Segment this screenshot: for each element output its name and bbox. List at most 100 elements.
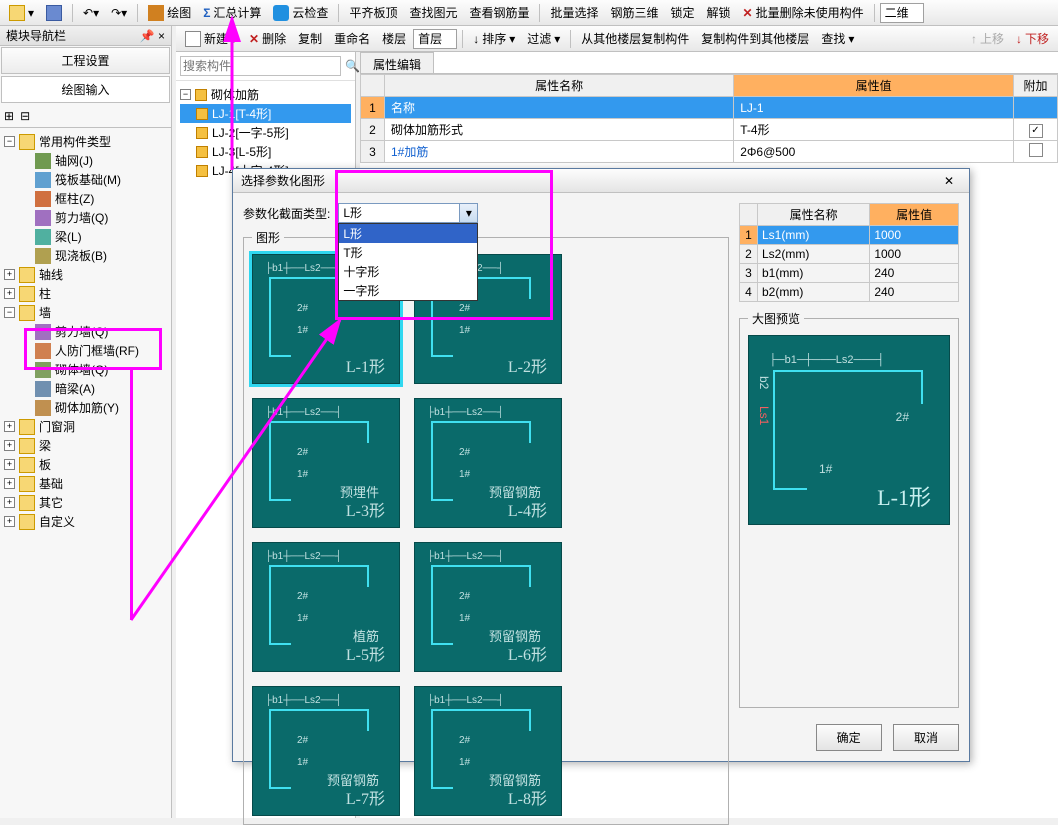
expand-icon[interactable]: ⊞ — [4, 109, 14, 123]
prop-row-3[interactable]: 31#加筋2Φ6@500 — [361, 141, 1058, 163]
tree-beam2[interactable]: +梁 — [4, 436, 167, 455]
collapse-icon[interactable]: ⊟ — [20, 109, 30, 123]
draw-button[interactable]: 绘图 — [143, 1, 196, 24]
figure-option[interactable]: ├b1┼──Ls2──┤ 2# 1# 预留钢筋 L-7形 — [252, 686, 400, 816]
find-elem-button[interactable]: 查找图元 — [404, 1, 462, 24]
section-type-combo[interactable]: L形 ▾ L形 T形 十字形 一字形 — [338, 203, 478, 223]
sort-button[interactable]: ↓ 排序 ▾ — [468, 27, 520, 50]
floor-combo[interactable]: 首层 — [413, 29, 457, 49]
tree-shear[interactable]: 剪力墙(Q) — [4, 208, 167, 227]
param-figure-dialog: 选择参数化图形 ✕ 参数化截面类型: L形 ▾ L形 T形 十字形 一字形 图形 — [232, 168, 970, 762]
col-value: 属性值 — [870, 204, 959, 226]
combo-option[interactable]: T形 — [339, 243, 477, 262]
tree-slab[interactable]: 现浇板(B) — [4, 246, 167, 265]
tree-beam[interactable]: 梁(L) — [4, 227, 167, 246]
tree-door[interactable]: +门窗洞 — [4, 417, 167, 436]
tree-slab2[interactable]: +板 — [4, 455, 167, 474]
lock-button[interactable]: 锁定 — [666, 1, 700, 24]
tab-property-edit[interactable]: 属性编辑 — [360, 52, 434, 73]
tree-column[interactable]: +柱 — [4, 284, 167, 303]
figure-option[interactable]: ├b1┼──Ls2──┤ 2# 1# 预埋件 L-3形 — [252, 398, 400, 528]
tree-rfframe[interactable]: 人防门框墙(RF) — [4, 341, 167, 360]
chevron-down-icon[interactable]: ▾ — [459, 204, 477, 222]
open-button[interactable]: ▾ — [4, 2, 39, 24]
copy-button[interactable]: 复制 — [293, 27, 327, 50]
mid-item-1[interactable]: LJ-1[T-4形] — [180, 104, 351, 123]
close-icon[interactable]: ✕ — [937, 174, 961, 188]
preview-figure: ├─b1─┼───Ls2───┤ 2# 1# Ls1 b2 L-1形 — [748, 335, 950, 525]
close-icon[interactable]: × — [158, 29, 165, 43]
search-icon[interactable]: 🔍 — [345, 59, 360, 73]
tab-draw-input[interactable]: 绘图输入 — [1, 76, 170, 103]
sum-button[interactable]: Σ 汇总计算 — [198, 1, 266, 24]
tree-custom[interactable]: +自定义 — [4, 512, 167, 531]
undo-button[interactable]: ↶▾ — [78, 3, 104, 23]
combo-option[interactable]: 十字形 — [339, 262, 477, 281]
combo-option[interactable]: 一字形 — [339, 281, 477, 300]
combo-option[interactable]: L形 — [339, 224, 477, 243]
tree-base[interactable]: +基础 — [4, 474, 167, 493]
tree-axes[interactable]: +轴线 — [4, 265, 167, 284]
new-button[interactable]: 新建 ▾ — [180, 27, 242, 50]
mid-item-2[interactable]: LJ-2[一字-5形] — [180, 123, 351, 142]
batch-sel-button[interactable]: 批量选择 — [545, 1, 603, 24]
cancel-button[interactable]: 取消 — [893, 724, 959, 751]
figure-option[interactable]: ├b1┼──Ls2──┤ 2# 1# 预留钢筋 L-4形 — [414, 398, 562, 528]
tree-axis[interactable]: 轴网(J) — [4, 151, 167, 170]
ok-button[interactable]: 确定 — [816, 724, 882, 751]
pin-icon[interactable]: 📌 — [140, 29, 155, 43]
component-tree: −常用构件类型 轴网(J) 筏板基础(M) 框柱(Z) 剪力墙(Q) 梁(L) … — [0, 128, 171, 820]
prop-row-1[interactable]: 1名称LJ-1 — [361, 97, 1058, 119]
checkbox-icon[interactable]: ✓ — [1029, 124, 1043, 138]
tree-masonry[interactable]: 砌体墙(Q) — [4, 360, 167, 379]
save-button[interactable] — [41, 2, 67, 24]
view-mode-combo[interactable]: 二维 — [880, 3, 924, 23]
preview-group: 大图预览 ├─b1─┼───Ls2───┤ 2# 1# Ls1 b2 L-1形 — [739, 310, 959, 708]
panel-header: 模块导航栏 📌 × — [0, 26, 171, 46]
unlock-button[interactable]: 解锁 — [702, 1, 736, 24]
figure-option[interactable]: ├b1┼──Ls2──┤ 2# 1# 植筋 L-5形 — [252, 542, 400, 672]
param-row[interactable]: 3b1(mm)240 — [740, 264, 959, 283]
param-row[interactable]: 1Ls1(mm)1000 — [740, 226, 959, 245]
tree-masonry-bar[interactable]: 砌体加筋(Y) — [4, 398, 167, 417]
delete-button[interactable]: ✕ 删除 — [244, 27, 291, 50]
redo-button[interactable]: ↷▾ — [106, 3, 132, 23]
col-extra: 附加 — [1014, 75, 1058, 97]
tree-wall[interactable]: −墙 — [4, 303, 167, 322]
copy-to-button[interactable]: 复制构件到其他楼层 — [696, 27, 814, 50]
param-row[interactable]: 4b2(mm)240 — [740, 283, 959, 302]
col-name: 属性名称 — [758, 204, 870, 226]
find-button[interactable]: 查找 ▾ — [816, 27, 859, 50]
checkbox-icon[interactable] — [1029, 143, 1043, 157]
tree-root[interactable]: −常用构件类型 — [4, 132, 167, 151]
move-down-button[interactable]: ↓ 下移 — [1011, 27, 1054, 50]
param-label: 参数化截面类型: — [243, 205, 330, 222]
tree-other[interactable]: +其它 — [4, 493, 167, 512]
mid-root[interactable]: −砌体加筋 — [180, 85, 351, 104]
mid-item-3[interactable]: LJ-3[L-5形] — [180, 142, 351, 161]
combo-dropdown: L形 T形 十字形 一字形 — [338, 223, 478, 301]
move-up-button[interactable]: ↑ 上移 — [966, 27, 1009, 50]
align-top-button[interactable]: 平齐板顶 — [344, 1, 402, 24]
prop-row-2[interactable]: 2砌体加筋形式T-4形✓ — [361, 119, 1058, 141]
figure-option[interactable]: ├b1┼──Ls2──┤ 2# 1# 预留钢筋 L-8形 — [414, 686, 562, 816]
check-bar-button[interactable]: 查看钢筋量 — [464, 1, 534, 24]
batch-del-button[interactable]: ✕ 批量删除未使用构件 — [738, 1, 869, 24]
rename-button[interactable]: 重命名 — [329, 27, 375, 50]
tree-raft[interactable]: 筏板基础(M) — [4, 170, 167, 189]
copy-from-button[interactable]: 从其他楼层复制构件 — [576, 27, 694, 50]
tree-shearwall[interactable]: 剪力墙(Q) — [4, 322, 167, 341]
search-input[interactable] — [180, 56, 341, 76]
panel-title: 模块导航栏 — [6, 27, 66, 44]
bar3d-button[interactable]: 钢筋三维 — [606, 1, 664, 24]
component-toolbar: 新建 ▾ ✕ 删除 复制 重命名 楼层 首层 ↓ 排序 ▾ 过滤 ▾ 从其他楼层… — [176, 26, 1058, 52]
preview-label: L-1形 — [877, 480, 931, 512]
figure-option[interactable]: ├b1┼──Ls2──┤ 2# 1# 预留钢筋 L-6形 — [414, 542, 562, 672]
cloud-check-button[interactable]: 云检查 — [268, 1, 333, 24]
tree-hidden-beam[interactable]: 暗梁(A) — [4, 379, 167, 398]
filter-button[interactable]: 过滤 ▾ — [522, 27, 565, 50]
param-row[interactable]: 2Ls2(mm)1000 — [740, 245, 959, 264]
tree-framecol[interactable]: 框柱(Z) — [4, 189, 167, 208]
tab-project-settings[interactable]: 工程设置 — [1, 47, 170, 74]
dialog-titlebar[interactable]: 选择参数化图形 ✕ — [233, 169, 969, 193]
